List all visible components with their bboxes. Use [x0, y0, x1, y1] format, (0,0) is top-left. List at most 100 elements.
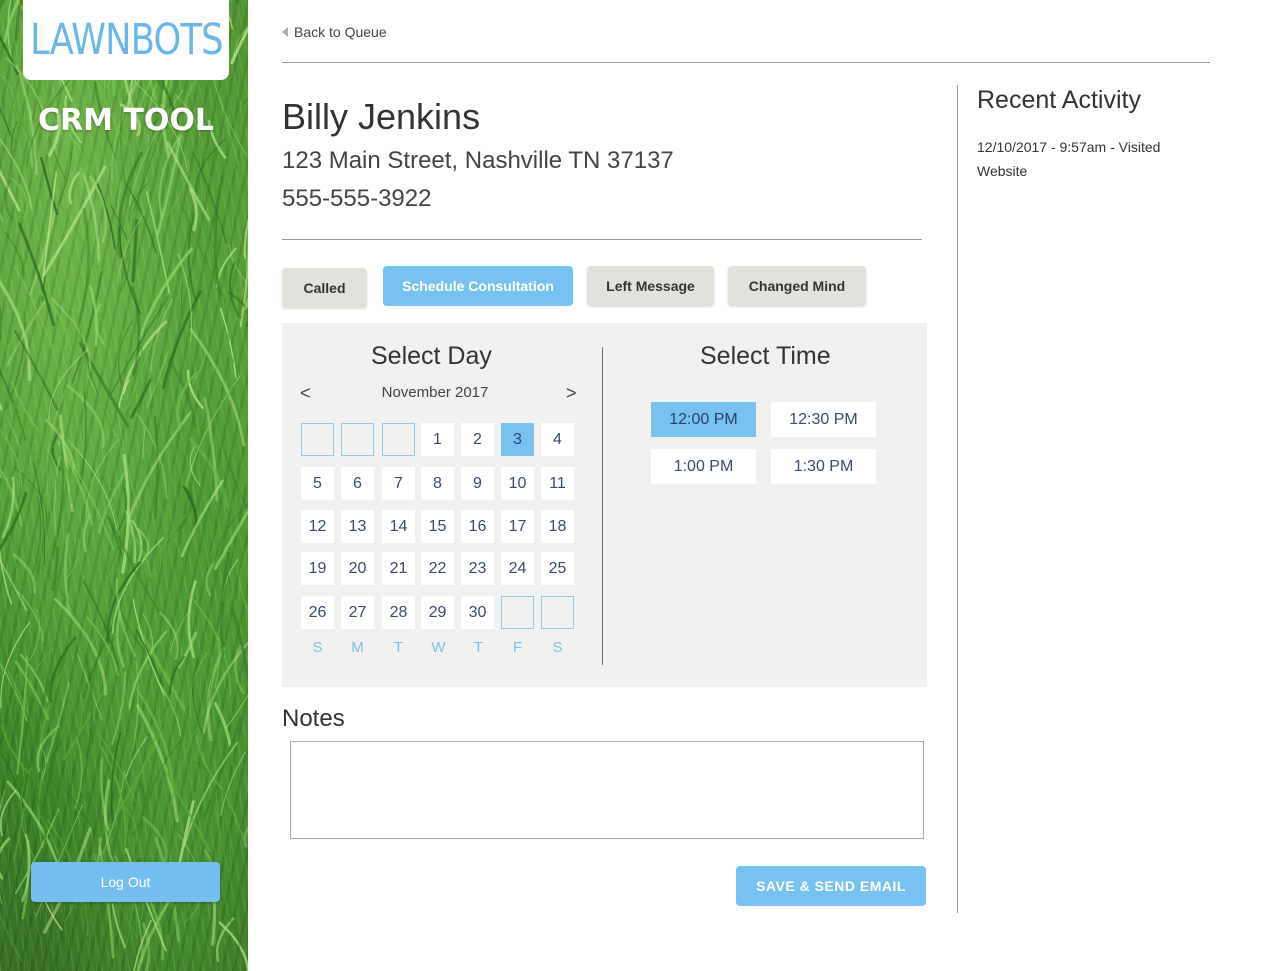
grass-blade: [141, 425, 147, 460]
calendar-day[interactable]: 12: [301, 510, 334, 543]
grass-blade: [12, 553, 37, 594]
grass-blade: [0, 402, 3, 411]
grass-blade: [0, 472, 16, 518]
calendar-day[interactable]: 2: [461, 423, 494, 456]
calendar-day[interactable]: 29: [421, 596, 454, 629]
next-month-button[interactable]: >: [566, 383, 577, 404]
calendar-day[interactable]: 11: [541, 467, 574, 500]
time-slot-0130[interactable]: 1:30 PM: [771, 449, 876, 484]
grass-blade: [0, 0, 6, 10]
grass-blade: [80, 390, 87, 485]
calendar-day[interactable]: 6: [341, 467, 374, 500]
back-label: Back to Queue: [294, 24, 387, 40]
grass-blade: [0, 837, 11, 880]
grass-blade: [0, 494, 13, 605]
grass-blade: [203, 396, 219, 502]
left-message-button[interactable]: Left Message: [587, 266, 714, 306]
grass-blade: [128, 182, 149, 222]
grass-blade: [31, 496, 42, 577]
calendar-day[interactable]: 7: [382, 467, 415, 500]
calendar-day[interactable]: 10: [501, 467, 534, 500]
grass-blade: [243, 97, 248, 105]
calendar-day[interactable]: 16: [461, 510, 494, 543]
grass-blade: [4, 232, 25, 279]
grass-blade: [187, 580, 197, 659]
called-button[interactable]: Called: [282, 268, 367, 308]
calendar-day[interactable]: 13: [341, 510, 374, 543]
weekday-mon: M: [351, 639, 364, 656]
save-send-email-button[interactable]: SAVE & SEND EMAIL: [736, 866, 926, 906]
grass-blade: [0, 73, 15, 109]
info-divider: [282, 239, 922, 240]
calendar-empty-cell: [301, 423, 334, 456]
grass-blade: [0, 303, 3, 342]
prev-month-button[interactable]: <: [300, 383, 311, 404]
logo-text: LAWNBOTS: [29, 15, 223, 65]
logout-button[interactable]: Log Out: [31, 862, 220, 902]
calendar-empty-cell: [382, 423, 415, 456]
grass-blade: [111, 670, 127, 746]
grass-blade: [243, 826, 248, 848]
grass-blade: [233, 643, 245, 695]
calendar-day[interactable]: 23: [461, 552, 494, 585]
calendar-day[interactable]: 15: [421, 510, 454, 543]
grass-blade: [117, 379, 130, 412]
logo: LAWNBOTS: [23, 0, 229, 80]
grass-blade: [78, 207, 90, 324]
grass-blade: [0, 472, 3, 479]
grass-blade: [117, 487, 128, 532]
caret-left-icon: [282, 27, 288, 37]
calendar-day[interactable]: 3: [501, 423, 534, 456]
activity-item: 12/10/2017 - 9:57am - Visited Website: [977, 139, 1161, 179]
calendar-day[interactable]: 20: [341, 552, 374, 585]
calendar-day[interactable]: 9: [461, 467, 494, 500]
calendar-day[interactable]: 17: [501, 510, 534, 543]
grass-blade: [215, 917, 235, 962]
notes-label: Notes: [282, 705, 345, 732]
grass-blade: [211, 75, 247, 156]
weekday-fri: F: [512, 639, 523, 656]
grass-blade: [192, 351, 207, 385]
grass-blade: [0, 169, 21, 212]
calendar-day[interactable]: 5: [301, 467, 334, 500]
calendar-day[interactable]: 25: [541, 552, 574, 585]
calendar-day[interactable]: 22: [421, 552, 454, 585]
calendar-day[interactable]: 27: [341, 596, 374, 629]
grass-blade: [64, 532, 71, 615]
customer-name: Billy Jenkins: [282, 96, 481, 137]
grass-blade: [189, 328, 246, 447]
sidebar: LAWNBOTS CRM TOOL Log Out: [0, 0, 248, 971]
calendar-day[interactable]: 21: [382, 552, 415, 585]
schedule-consultation-button[interactable]: Schedule Consultation: [383, 266, 573, 306]
time-slot-0100[interactable]: 1:00 PM: [651, 449, 756, 484]
notes-input[interactable]: [290, 741, 924, 839]
calendar-day[interactable]: 14: [382, 510, 415, 543]
grass-blade: [166, 141, 211, 221]
calendar-day[interactable]: 8: [421, 467, 454, 500]
header-divider: [282, 62, 1210, 63]
select-day-title: Select Day: [371, 342, 492, 370]
time-slot-1230[interactable]: 12:30 PM: [771, 402, 876, 437]
recent-activity-title: Recent Activity: [977, 86, 1141, 114]
calendar-day[interactable]: 30: [461, 596, 494, 629]
calendar-day[interactable]: 24: [501, 552, 534, 585]
calendar-day[interactable]: 1: [421, 423, 454, 456]
grass-blade: [84, 653, 94, 758]
activity-divider: [957, 85, 958, 913]
grass-blade: [68, 171, 80, 205]
back-to-queue-link[interactable]: Back to Queue: [282, 24, 387, 40]
grass-blade: [12, 906, 38, 971]
calendar-day[interactable]: 19: [301, 552, 334, 585]
app-subtitle: CRM TOOL: [38, 103, 215, 138]
calendar-day[interactable]: 28: [382, 596, 415, 629]
grass-blade: [0, 211, 4, 222]
calendar-day[interactable]: 18: [541, 510, 574, 543]
calendar-day[interactable]: 4: [541, 423, 574, 456]
changed-mind-button[interactable]: Changed Mind: [728, 266, 866, 306]
grass-blade: [225, 796, 245, 839]
weekday-tue: T: [393, 639, 404, 656]
calendar-day[interactable]: 26: [301, 596, 334, 629]
time-slot-1200[interactable]: 12:00 PM: [651, 402, 756, 437]
grass-blade: [158, 137, 180, 219]
grass-blade: [183, 742, 238, 847]
